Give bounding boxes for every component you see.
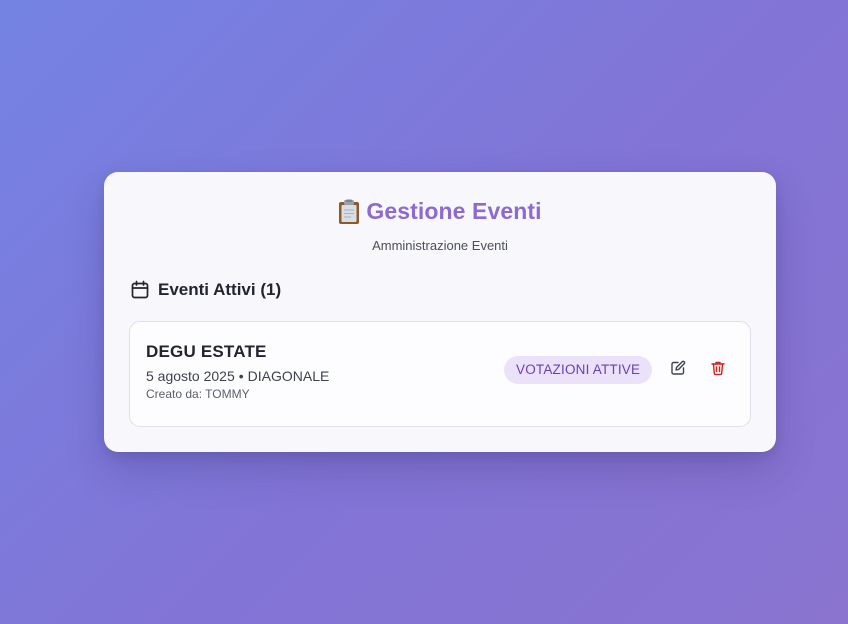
section-title: Eventi Attivi (1) (158, 280, 282, 299)
event-creator: Creato da: TOMMY (146, 387, 250, 401)
trash-icon (710, 360, 726, 381)
event-item[interactable]: DEGU ESTATE 5 agosto 2025 • DIAGONALE Crea… (129, 321, 751, 427)
calendar-icon (130, 280, 150, 300)
section-header: Eventi Attivi (1) (130, 280, 281, 300)
meta-separator: • (238, 368, 244, 384)
card-header: Gestione Eventi Amministrazione Eventi (104, 198, 776, 253)
event-date: 5 agosto 2025 (146, 368, 235, 384)
events-admin-card: Gestione Eventi Amministrazione Eventi E… (104, 172, 776, 452)
page-title: Gestione Eventi (366, 198, 542, 224)
status-badge: VOTAZIONI ATTIVE (504, 356, 653, 384)
title-row: Gestione Eventi (338, 198, 542, 225)
delete-button[interactable] (704, 356, 732, 384)
edit-button[interactable] (664, 356, 692, 384)
event-meta: 5 agosto 2025 • DIAGONALE (146, 368, 329, 384)
clipboard-icon (338, 199, 360, 225)
event-name: DEGU ESTATE (146, 342, 267, 361)
page-subtitle: Amministrazione Eventi (372, 237, 508, 253)
event-location: DIAGONALE (247, 368, 330, 384)
edit-icon (670, 360, 686, 381)
